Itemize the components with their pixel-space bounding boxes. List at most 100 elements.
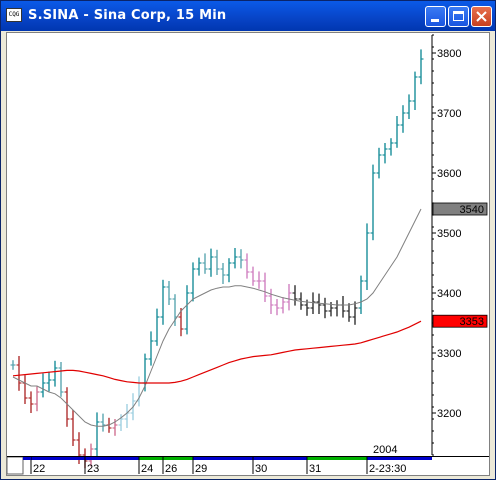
price-marker-label: 3353	[460, 316, 484, 328]
price-marker: 3540	[432, 202, 488, 216]
date-label: 30	[255, 463, 267, 475]
price-bar	[244, 253, 250, 279]
price-bar	[418, 49, 424, 85]
price-bar	[412, 71, 418, 110]
session-bar	[85, 457, 139, 460]
price-bar	[64, 387, 70, 427]
price-bar	[292, 285, 298, 306]
price-bar	[196, 257, 202, 276]
price-bar	[394, 116, 400, 148]
price-bar	[28, 391, 34, 413]
price-axis: 3200 3300 3400 3500 3600 3700 3800	[432, 34, 461, 456]
price-bar	[154, 308, 160, 346]
price-tick-label: 3700	[437, 108, 461, 120]
price-bar	[232, 248, 238, 269]
price-bar	[94, 412, 100, 458]
price-tick-label: 3300	[437, 348, 461, 360]
session-bar	[23, 457, 31, 460]
price-tick-label: 3500	[437, 228, 461, 240]
price-bar	[226, 258, 232, 283]
title-bar[interactable]: CQG S.SINA - Sina Corp, 15 Min	[1, 1, 495, 31]
chart-area[interactable]: 3200 3300 3400 3500 3600 3700 3800 3540 3353 20…	[6, 32, 490, 476]
price-bar	[58, 362, 64, 397]
price-bar	[46, 371, 52, 392]
price-bar	[190, 262, 196, 302]
price-bar	[256, 271, 262, 289]
price-bar	[184, 285, 190, 335]
price-bar	[274, 299, 280, 316]
price-markers: 3540 3353	[432, 202, 488, 328]
price-bar	[352, 301, 358, 325]
chart-app-icon[interactable]: CQG	[6, 8, 22, 22]
price-bar	[148, 331, 154, 366]
maximize-icon	[453, 11, 464, 21]
price-bar	[22, 375, 28, 404]
price-bar	[160, 279, 166, 325]
price-bar	[40, 373, 46, 398]
price-bar	[220, 263, 226, 284]
date-label: 31	[309, 463, 321, 475]
price-bar	[406, 94, 412, 119]
price-bar	[322, 297, 328, 319]
price-bar	[370, 164, 376, 241]
date-label: 2-23:30	[369, 463, 406, 475]
price-bar	[208, 248, 214, 277]
price-bar	[358, 275, 364, 314]
minimize-button[interactable]	[425, 6, 446, 27]
price-tick-label: 3800	[437, 48, 461, 60]
session-bar	[307, 457, 367, 460]
price-marker: 3353	[432, 314, 488, 328]
price-bar	[268, 288, 274, 314]
price-bar	[10, 360, 16, 370]
price-bar	[100, 413, 106, 432]
price-bar	[340, 296, 346, 318]
date-label: 26	[165, 463, 177, 475]
price-bar	[172, 294, 178, 326]
year-label: 2004	[373, 444, 397, 456]
minimize-icon	[431, 19, 439, 22]
fast-moving-average-line	[12, 208, 422, 427]
price-bars	[10, 49, 424, 469]
price-bar	[238, 249, 244, 269]
session-bar	[253, 457, 307, 460]
date-label: 29	[195, 463, 207, 475]
price-marker-label: 3540	[460, 204, 484, 216]
session-bar	[139, 457, 163, 460]
price-bar	[16, 356, 22, 391]
price-tick-label: 3400	[437, 288, 461, 300]
date-label: 24	[141, 463, 153, 475]
price-chart[interactable]: 3200 3300 3400 3500 3600 3700 3800 3540 3353 20…	[6, 33, 489, 475]
price-bar	[280, 297, 286, 314]
price-bar	[202, 253, 208, 274]
price-bar	[70, 410, 76, 446]
close-button[interactable]	[471, 6, 492, 27]
price-bar	[400, 105, 406, 133]
price-bar	[262, 272, 268, 302]
price-bar	[334, 300, 340, 317]
chart-window: CQG S.SINA - Sina Corp, 15 Min 3200 3300 3…	[0, 0, 496, 480]
scroll-thumb	[6, 456, 24, 475]
date-label: 23	[87, 463, 99, 475]
price-bar	[388, 138, 394, 156]
maximize-button[interactable]	[448, 6, 469, 27]
moving-averages	[12, 208, 422, 427]
price-bar	[346, 303, 352, 322]
session-bar	[367, 457, 432, 460]
price-bar	[214, 249, 220, 275]
session-bar	[193, 457, 253, 460]
window-title: S.SINA - Sina Corp, 15 Min	[28, 8, 227, 23]
price-bar	[376, 147, 382, 179]
price-bar	[166, 281, 172, 305]
price-bar	[52, 360, 58, 387]
price-bar	[364, 223, 370, 290]
price-bar	[250, 266, 256, 286]
session-bar	[31, 457, 85, 460]
close-icon	[476, 11, 487, 22]
price-tick-label: 3600	[437, 168, 461, 180]
price-tick-label: 3200	[437, 408, 461, 420]
price-bar	[382, 143, 388, 164]
price-bar	[136, 376, 142, 407]
slow-moving-average-line	[12, 320, 422, 384]
session-bar	[163, 457, 193, 460]
price-bar	[34, 386, 40, 412]
